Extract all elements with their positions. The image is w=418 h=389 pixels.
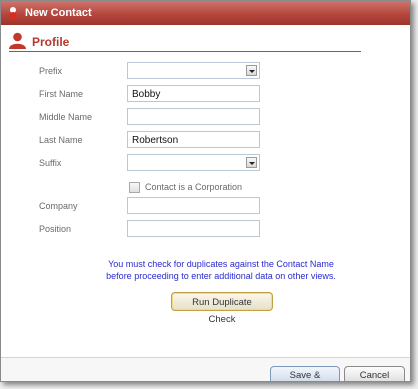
position-field[interactable] [127,220,260,237]
notice-line-2: before proceeding to enter additional da… [106,271,336,281]
first-name-label: First Name [39,89,84,99]
company-label: Company [39,201,78,211]
first-name-field[interactable]: Bobby [127,85,260,102]
section-title: Profile [32,35,70,49]
save-close-button[interactable]: Save & Close [270,366,340,381]
middle-name-label: Middle Name [39,112,93,122]
title-bar[interactable]: New Contact [1,1,410,25]
last-name-label: Last Name [39,135,83,145]
prefix-select[interactable] [127,62,260,79]
contact-icon [9,7,17,20]
company-field[interactable] [127,197,260,214]
suffix-label: Suffix [39,158,62,168]
chevron-down-icon[interactable] [246,65,257,76]
chevron-down-icon[interactable] [246,157,257,168]
position-label: Position [39,224,72,234]
section-divider [9,51,361,52]
duplicate-check-notice: You must check for duplicates against th… [81,258,361,282]
window-title: New Contact [25,7,92,19]
corporation-checkbox[interactable] [129,182,140,193]
corporation-checkbox-label[interactable]: Contact is a Corporation [145,182,242,192]
middle-name-field[interactable] [127,108,260,125]
prefix-label: Prefix [39,66,63,76]
last-name-field[interactable]: Robertson [127,131,260,148]
person-icon [9,32,26,49]
notice-line-1: You must check for duplicates against th… [108,259,334,269]
suffix-select[interactable] [127,154,260,171]
new-contact-dialog: New Contact Profile Prefix First Name Bo… [0,0,411,382]
cancel-button[interactable]: Cancel [344,366,405,381]
run-duplicate-check-button[interactable]: Run Duplicate Check [171,292,273,325]
